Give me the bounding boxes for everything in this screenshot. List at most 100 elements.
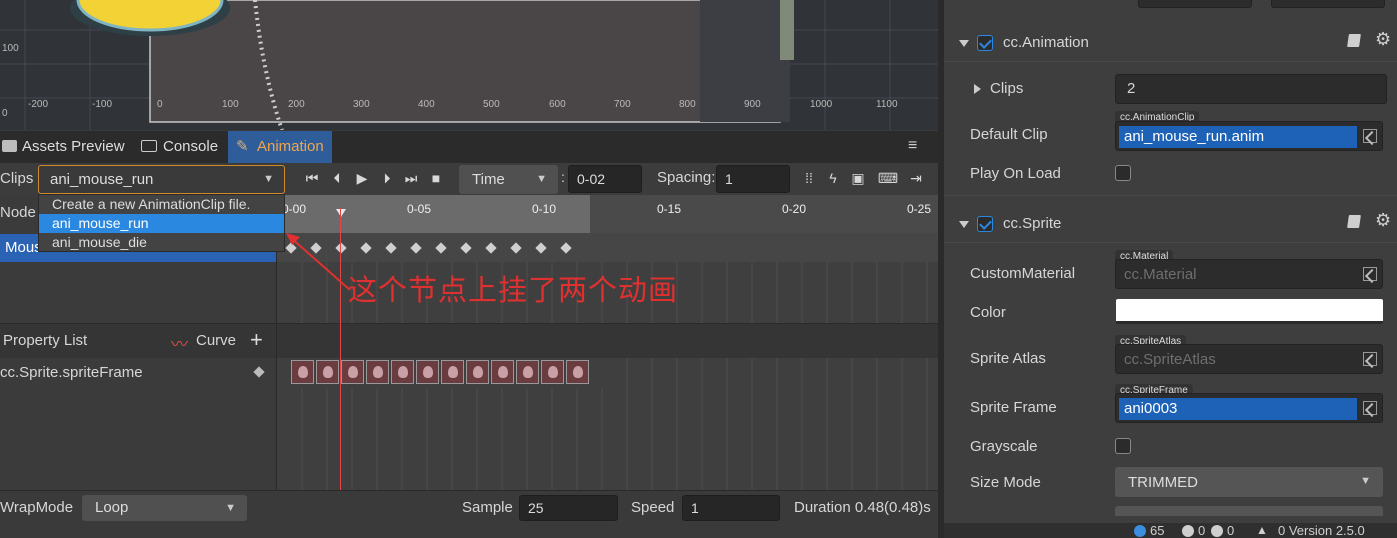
sprite-frame-key[interactable] [416, 360, 439, 384]
sprite-frame-key[interactable] [316, 360, 339, 384]
timeline-ruler[interactable]: 0-00 0-05 0-10 0-15 0-20 0-25 [276, 195, 938, 233]
jump-to-start-icon[interactable]: ⏮ [302, 168, 322, 188]
next-frame-icon[interactable]: ⏵ [377, 168, 397, 188]
sprite-frame-label: Sprite Frame [970, 399, 1057, 416]
sprite-atlas-field[interactable]: cc.SpriteAtlas [1115, 344, 1383, 374]
asset-picker-icon[interactable] [1363, 401, 1377, 415]
info-icon[interactable] [1134, 525, 1146, 537]
ruler-x-label: 500 [483, 99, 500, 110]
collapse-icon[interactable] [959, 221, 969, 228]
clip-select[interactable]: ani_mouse_run ▼ [38, 165, 285, 194]
sprite-frame-key[interactable] [291, 360, 314, 384]
scene-view[interactable]: 100 0 -200 -100 0 100 200 300 400 500 60… [0, 0, 938, 130]
expand-icon[interactable] [974, 84, 981, 94]
size-mode-select[interactable]: TRIMMED ▼ [1115, 467, 1383, 497]
prev-field-stub[interactable] [1138, 0, 1252, 8]
play-on-load-checkbox[interactable] [1115, 165, 1131, 181]
tab-assets-preview[interactable]: Assets Preview [0, 131, 134, 163]
error-icon[interactable] [1211, 525, 1223, 537]
animation-enabled-checkbox[interactable] [977, 35, 993, 51]
ruler-x-label: 300 [353, 99, 370, 110]
book-icon[interactable] [1347, 34, 1361, 47]
sample-value: 25 [528, 500, 544, 516]
divider [944, 242, 1397, 243]
jump-to-end-icon[interactable]: ⏭ [401, 168, 421, 188]
property-list-label: Property List [3, 332, 88, 349]
collapse-icon[interactable] [959, 40, 969, 47]
node-header-label: Node [0, 204, 36, 221]
prev-frame-icon[interactable]: ⏴ [327, 168, 347, 188]
curve-icon[interactable]: 〰 [171, 330, 188, 355]
sprite-frame-key[interactable] [541, 360, 564, 384]
ruler-x-label: 600 [549, 99, 566, 110]
sprite-frame-key[interactable] [441, 360, 464, 384]
sprite-frame-key[interactable] [491, 360, 514, 384]
grayscale-label: Grayscale [970, 438, 1038, 455]
sprite-frame-key[interactable] [466, 360, 489, 384]
timeline-tick-label: 0-00 [282, 202, 307, 216]
asset-picker-icon[interactable] [1363, 267, 1377, 281]
add-property-button[interactable]: + [250, 327, 263, 353]
dropdown-item-ani-mouse-run[interactable]: ani_mouse_run [39, 214, 284, 233]
sprite-frame-key[interactable] [391, 360, 414, 384]
next-field-stub[interactable] [1115, 506, 1383, 516]
stop-icon[interactable]: ■ [426, 168, 446, 188]
animation-component-header[interactable]: cc.Animation ⚙ [944, 26, 1397, 60]
current-time-input[interactable]: 0-02 [568, 165, 642, 193]
dropdown-item-create-clip[interactable]: Create a new AnimationClip file. [39, 195, 284, 214]
sprite-frame-key[interactable] [566, 360, 589, 384]
property-list-header: Property List 〰 Curve + [0, 323, 938, 359]
sprite-enabled-checkbox[interactable] [977, 216, 993, 232]
keyframe-add-icon[interactable] [253, 366, 265, 378]
color-swatch[interactable] [1116, 299, 1383, 324]
property-tracks[interactable] [277, 358, 938, 490]
warning-icon[interactable] [1182, 525, 1194, 537]
tab-animation[interactable]: ✎ Animation [228, 131, 332, 163]
ruler-x-label: 1000 [810, 99, 833, 110]
sprite-component-title: cc.Sprite [1003, 215, 1062, 232]
property-name: cc.Sprite.spriteFrame [0, 364, 143, 381]
speed-input[interactable]: 1 [682, 495, 780, 521]
grid-dots-icon[interactable]: ⁞⁞ [799, 168, 819, 188]
grayscale-checkbox[interactable] [1115, 438, 1131, 454]
menu-icon[interactable]: ≡ [908, 137, 917, 155]
asset-picker-icon[interactable] [1363, 129, 1377, 143]
folder-icon [2, 140, 17, 152]
book-icon[interactable] [1347, 215, 1361, 228]
ruler-x-label: 200 [288, 99, 305, 110]
ruler-x-label: 0 [157, 99, 163, 110]
sprite-frame-key[interactable] [366, 360, 389, 384]
sample-input[interactable]: 25 [519, 495, 618, 521]
save-icon[interactable]: ▣ [848, 168, 868, 188]
lightning-icon[interactable]: ϟ [823, 168, 843, 188]
node-row-label: Mous [5, 239, 42, 256]
sprite-frame-value: ani0003 [1119, 398, 1357, 420]
keyboard-icon[interactable]: ⌨ [876, 168, 900, 188]
terminal-icon [141, 140, 157, 152]
property-row[interactable]: cc.Sprite.spriteFrame [0, 358, 276, 386]
custom-material-field[interactable]: cc.Material [1115, 259, 1383, 289]
dropdown-item-ani-mouse-die[interactable]: ani_mouse_die [39, 233, 284, 252]
default-clip-value: ani_mouse_run.anim [1119, 126, 1357, 148]
sprite-component-header[interactable]: cc.Sprite ⚙ [944, 207, 1397, 241]
exit-icon[interactable]: ⇥ [906, 168, 926, 188]
asset-picker-icon[interactable] [1363, 352, 1377, 366]
gear-icon[interactable]: ⚙ [1375, 210, 1391, 231]
custom-material-label: CustomMaterial [970, 265, 1076, 282]
playhead-marker[interactable] [336, 209, 346, 217]
tab-console[interactable]: Console [136, 131, 226, 163]
sprite-frame-key[interactable] [341, 360, 364, 384]
gear-icon[interactable]: ⚙ [1375, 29, 1391, 50]
clips-count-value: 2 [1127, 80, 1136, 97]
default-clip-field[interactable]: ani_mouse_run.anim [1115, 121, 1383, 151]
spacing-input[interactable]: 1 [716, 165, 790, 193]
sprite-frame-field[interactable]: ani0003 [1115, 393, 1383, 423]
sprite-frame-key[interactable] [516, 360, 539, 384]
time-mode-select[interactable]: Time ▼ [459, 165, 558, 194]
wrapmode-select[interactable]: Loop ▼ [82, 495, 247, 521]
curve-button-label[interactable]: Curve [196, 332, 236, 349]
play-icon[interactable]: ▶ [352, 168, 372, 188]
ruler-x-label: 400 [418, 99, 435, 110]
clips-count-input[interactable]: 2 [1115, 74, 1387, 104]
prev-field-stub[interactable] [1271, 0, 1385, 8]
